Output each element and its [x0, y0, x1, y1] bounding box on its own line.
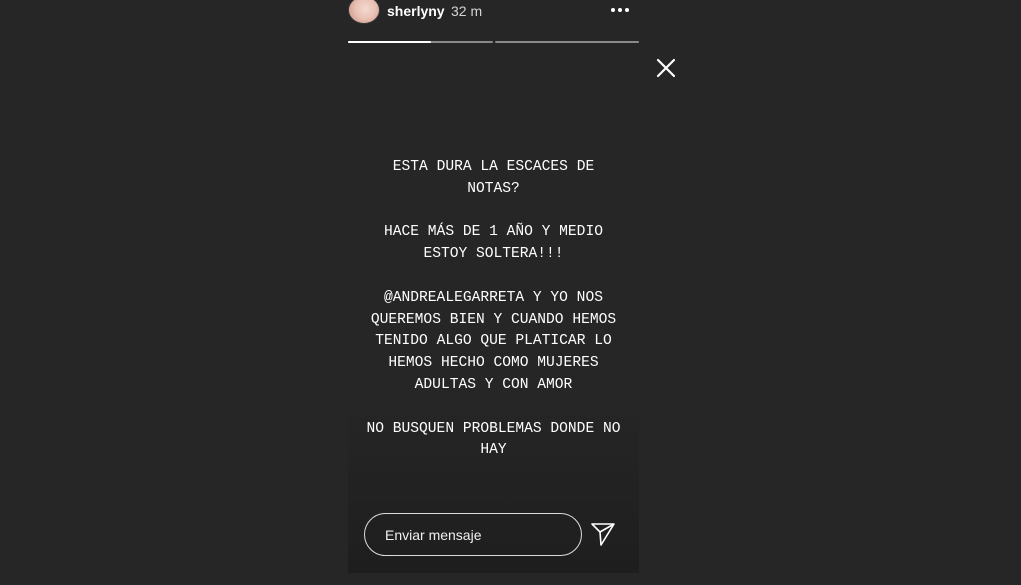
- story-viewer: sherlyny 32 m ESTA DURA LA ESCACES DE NO…: [0, 0, 1021, 585]
- story-text: ESTA DURA LA ESCACES DE NOTAS? HACE MÁS …: [348, 157, 639, 484]
- story-paragraph: @ANDREALEGARRETA Y YO NOS QUEREMOS BIEN …: [370, 289, 617, 393]
- more-horizontal-icon[interactable]: [608, 2, 632, 18]
- username[interactable]: sherlyny: [387, 2, 445, 20]
- story-paragraph: HACE MÁS DE 1 AÑO Y MEDIO ESTOY SOLTERA!…: [384, 224, 603, 263]
- story-paragraph: ESTA DURA LA ESCACES DE NOTAS?: [392, 159, 595, 197]
- progress-segment: [348, 41, 493, 43]
- story-progress: [348, 41, 639, 44]
- story-card[interactable]: sherlyny 32 m ESTA DURA LA ESCACES DE NO…: [348, 0, 639, 573]
- close-icon[interactable]: [655, 57, 677, 79]
- send-icon[interactable]: [590, 521, 616, 547]
- progress-fill: [348, 41, 431, 43]
- message-input[interactable]: [364, 513, 582, 556]
- avatar[interactable]: [348, 0, 380, 24]
- progress-segment: [495, 41, 639, 43]
- story-header: sherlyny 32 m: [348, 0, 639, 26]
- reply-bar: [363, 513, 625, 557]
- post-time: 32 m: [451, 3, 483, 19]
- story-paragraph: NO BUSQUEN PROBLEMAS DONDE NO HAY: [366, 420, 621, 459]
